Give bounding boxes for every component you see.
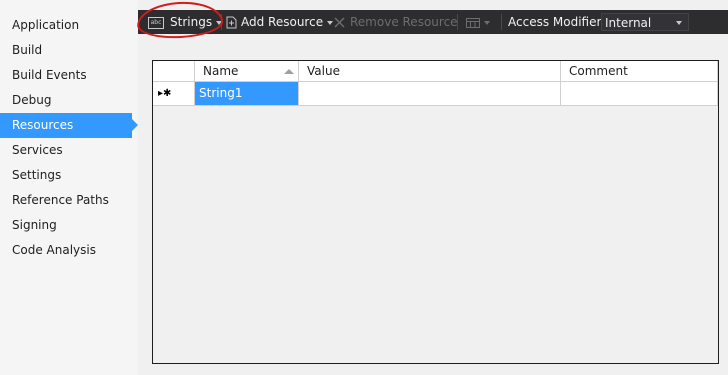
chevron-down-icon [484, 20, 490, 25]
access-modifier-label: Access Modifier: [508, 15, 606, 29]
sidebar-item-code-analysis[interactable]: Code Analysis [0, 238, 132, 263]
name-cell[interactable]: String1 [195, 82, 299, 106]
sidebar-item-debug[interactable]: Debug [0, 88, 132, 113]
sidebar-item-application[interactable]: Application [0, 13, 132, 38]
add-file-icon [226, 16, 237, 29]
column-header-name-label: Name [203, 64, 239, 78]
toolbar-separator [457, 14, 458, 30]
column-header-value[interactable]: Value [299, 61, 561, 82]
grid-view-icon [466, 17, 480, 28]
comment-cell[interactable] [561, 82, 718, 106]
resource-type-label: Strings [170, 15, 213, 29]
resource-grid: Name Value Comment ▸✱ String1 [152, 60, 719, 364]
row-header-new-row[interactable]: ▸✱ [153, 82, 195, 106]
sidebar: Application Build Build Events Debug Res… [0, 0, 138, 375]
sidebar-item-resources[interactable]: Resources [0, 113, 138, 138]
remove-resource-label: Remove Resource [350, 15, 458, 29]
column-header-comment[interactable]: Comment [561, 61, 718, 82]
column-header-comment-label: Comment [569, 64, 628, 78]
sidebar-item-signing[interactable]: Signing [0, 213, 132, 238]
row-header-corner [153, 61, 195, 82]
view-dropdown[interactable] [466, 10, 490, 34]
add-resource-button[interactable]: Add Resource [226, 10, 334, 34]
add-resource-label: Add Resource [241, 15, 324, 29]
sidebar-item-settings[interactable]: Settings [0, 163, 132, 188]
sidebar-item-services[interactable]: Services [0, 138, 132, 163]
name-cell-text: String1 [199, 86, 243, 100]
toolbar-separator [221, 14, 222, 30]
column-header-value-label: Value [307, 64, 340, 78]
access-modifier-select[interactable]: Internal [601, 13, 689, 31]
resource-toolbar: abc Strings Add Resource Remove Resource … [138, 10, 728, 34]
chevron-down-icon [676, 21, 682, 25]
access-modifier-value: Internal [605, 16, 652, 30]
sidebar-item-build-events[interactable]: Build Events [0, 63, 132, 88]
resource-type-dropdown[interactable]: abc Strings [148, 10, 223, 34]
sidebar-item-reference-paths[interactable]: Reference Paths [0, 188, 132, 213]
column-header-name[interactable]: Name [195, 61, 299, 82]
delete-x-icon [334, 17, 345, 28]
value-cell[interactable] [299, 82, 561, 106]
toolbar-separator [501, 14, 502, 30]
chevron-down-icon [327, 20, 334, 25]
remove-resource-button[interactable]: Remove Resource [334, 10, 458, 34]
strings-icon: abc [148, 16, 164, 29]
sort-ascending-icon [284, 69, 294, 74]
new-row-icon: ▸✱ [158, 88, 172, 99]
sidebar-item-build[interactable]: Build [0, 38, 132, 63]
